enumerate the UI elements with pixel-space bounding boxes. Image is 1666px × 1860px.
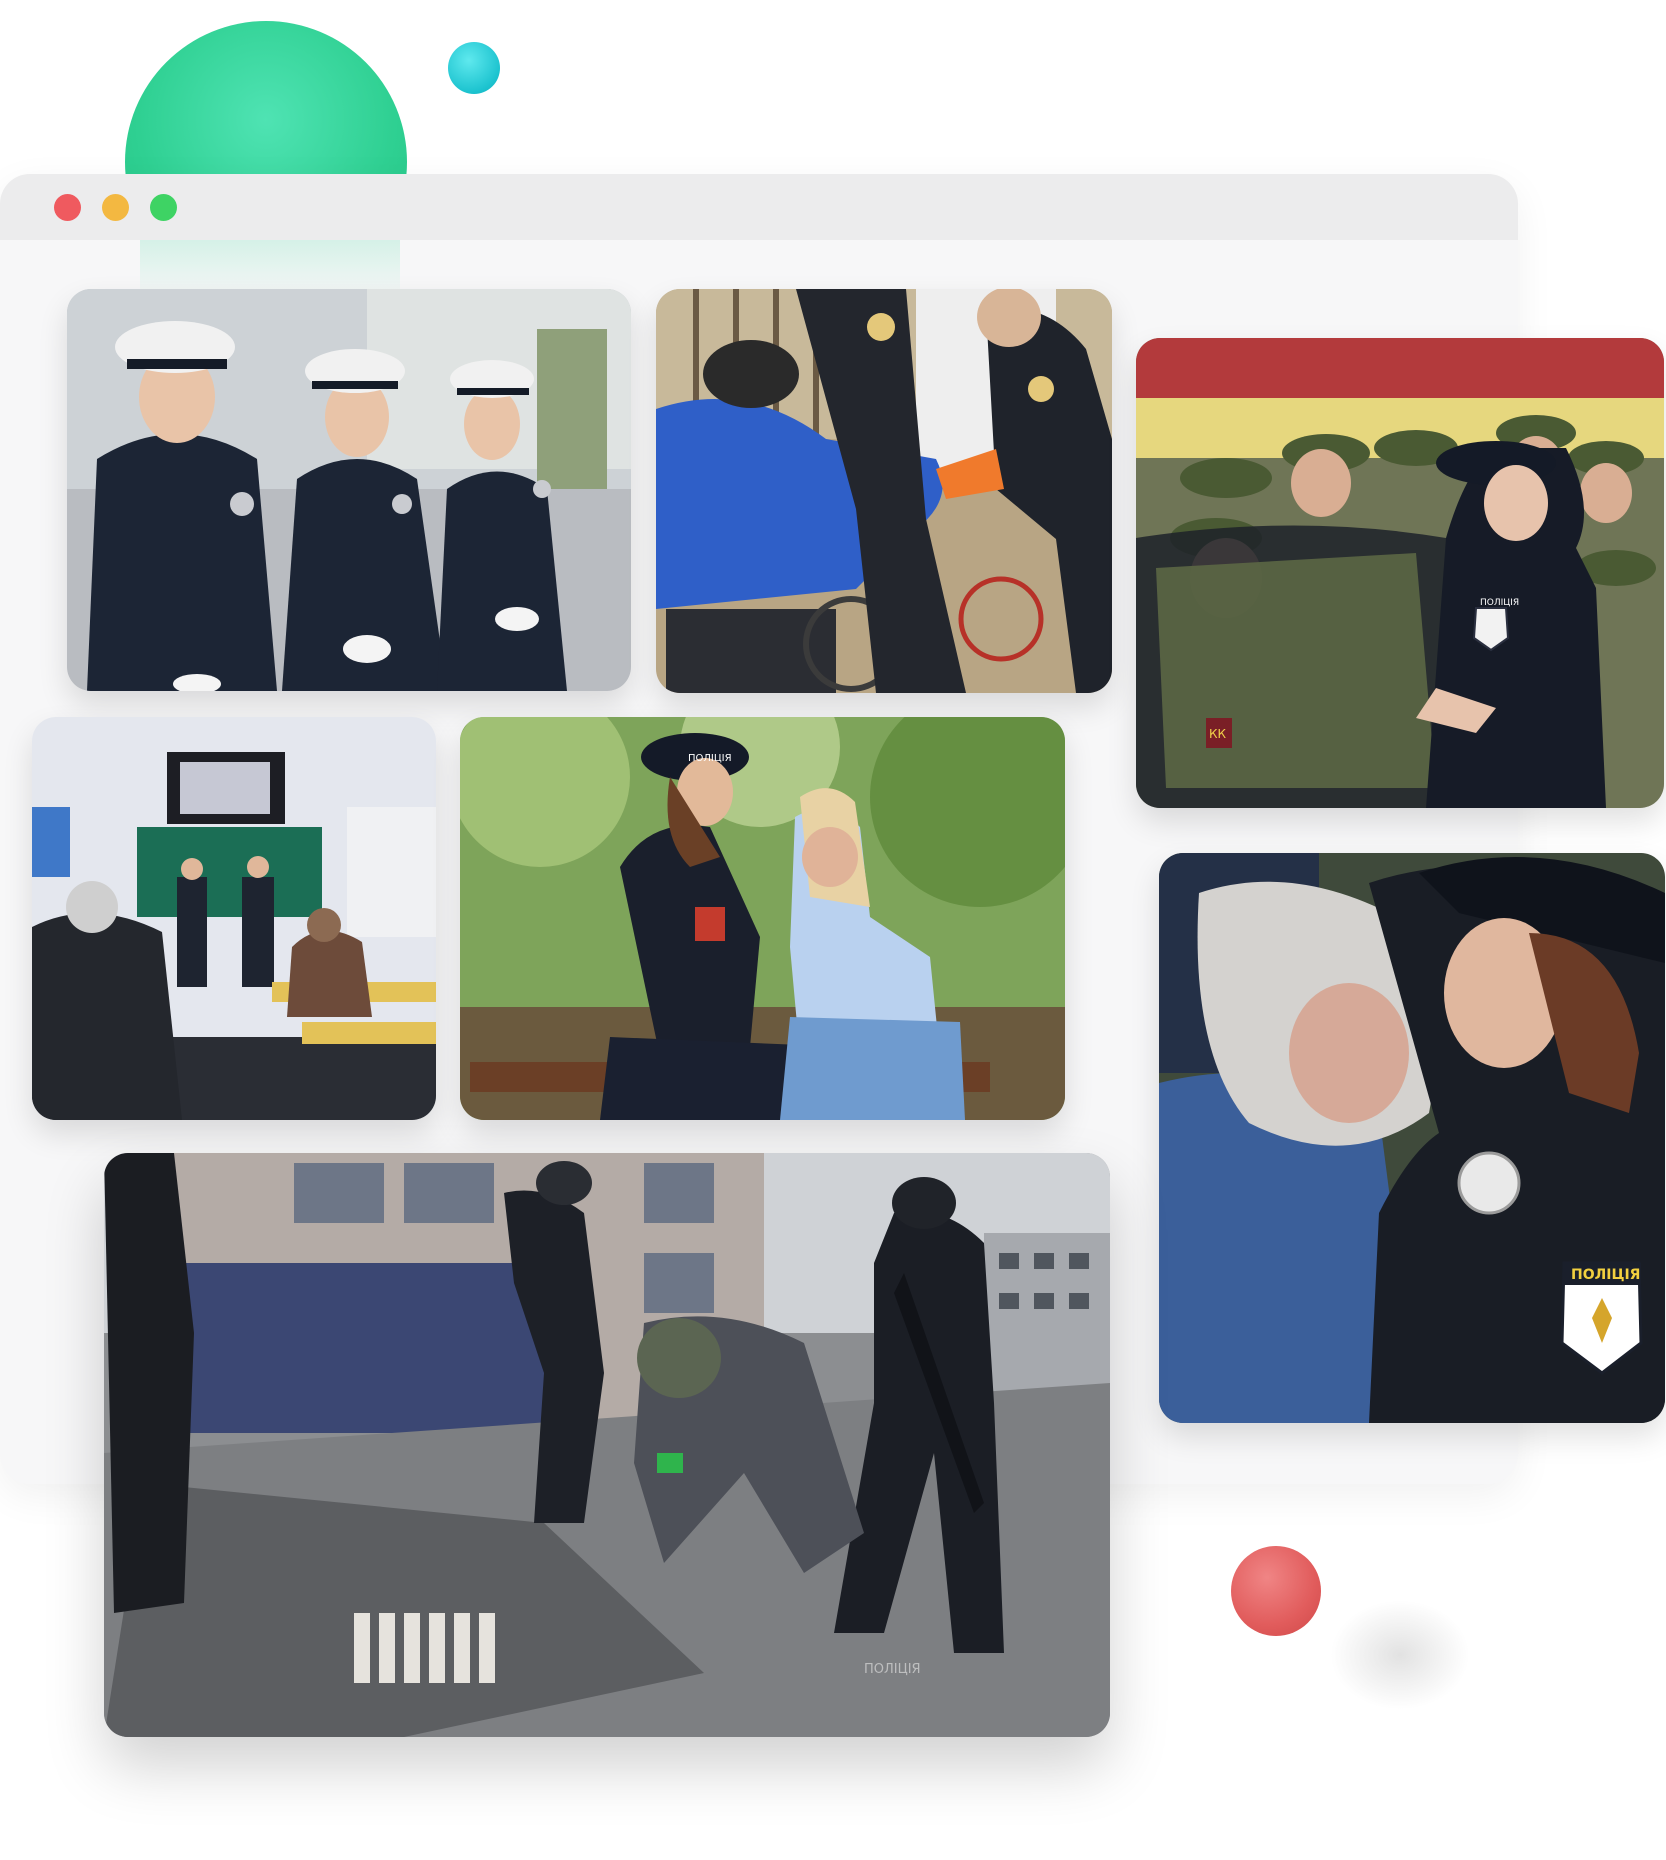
cap-text: ПОЛІЦІЯ: [688, 753, 732, 764]
shoulder-patch-text: ПОЛІЦІЯ: [1571, 1267, 1640, 1283]
cadet-patch-text: КК: [1209, 727, 1227, 741]
decorative-red-dot-shadow: [1330, 1600, 1470, 1710]
photo-police-cadets-caps-image: [67, 289, 631, 691]
photo-police-officer-with-cadets: ПОЛІЦІЯ КК: [1136, 338, 1664, 808]
photo-police-wheelchair-help-image: [656, 289, 1112, 693]
photo-police-wheelchair-help: [656, 289, 1112, 693]
photo-police-comforting-woman: ПОЛІЦІЯ: [460, 717, 1065, 1120]
decorative-teal-dot: [448, 42, 500, 94]
minimize-window-button[interactable]: [102, 194, 129, 221]
watermark-text: ПОЛІЦІЯ: [864, 1662, 921, 1677]
photo-police-classroom-lecture-image: [32, 717, 436, 1120]
photo-police-classroom-lecture: [32, 717, 436, 1120]
decorative-red-dot: [1231, 1546, 1321, 1636]
photo-police-hugging-elderly-woman-image: ПОЛІЦІЯ: [1159, 853, 1665, 1423]
maximize-window-button[interactable]: [150, 194, 177, 221]
photo-police-rubble-rescue-image: ПОЛІЦІЯ: [104, 1153, 1110, 1737]
close-window-button[interactable]: [54, 194, 81, 221]
photo-police-rubble-rescue: ПОЛІЦІЯ: [104, 1153, 1110, 1737]
photo-police-cadets-caps: [67, 289, 631, 691]
photo-police-officer-with-cadets-image: ПОЛІЦІЯ КК: [1136, 338, 1664, 808]
photo-police-comforting-woman-image: ПОЛІЦІЯ: [460, 717, 1065, 1120]
photo-police-hugging-elderly-woman: ПОЛІЦІЯ: [1159, 853, 1665, 1423]
police-patch-text: ПОЛІЦІЯ: [1480, 598, 1519, 608]
window-titlebar: [0, 174, 1518, 240]
